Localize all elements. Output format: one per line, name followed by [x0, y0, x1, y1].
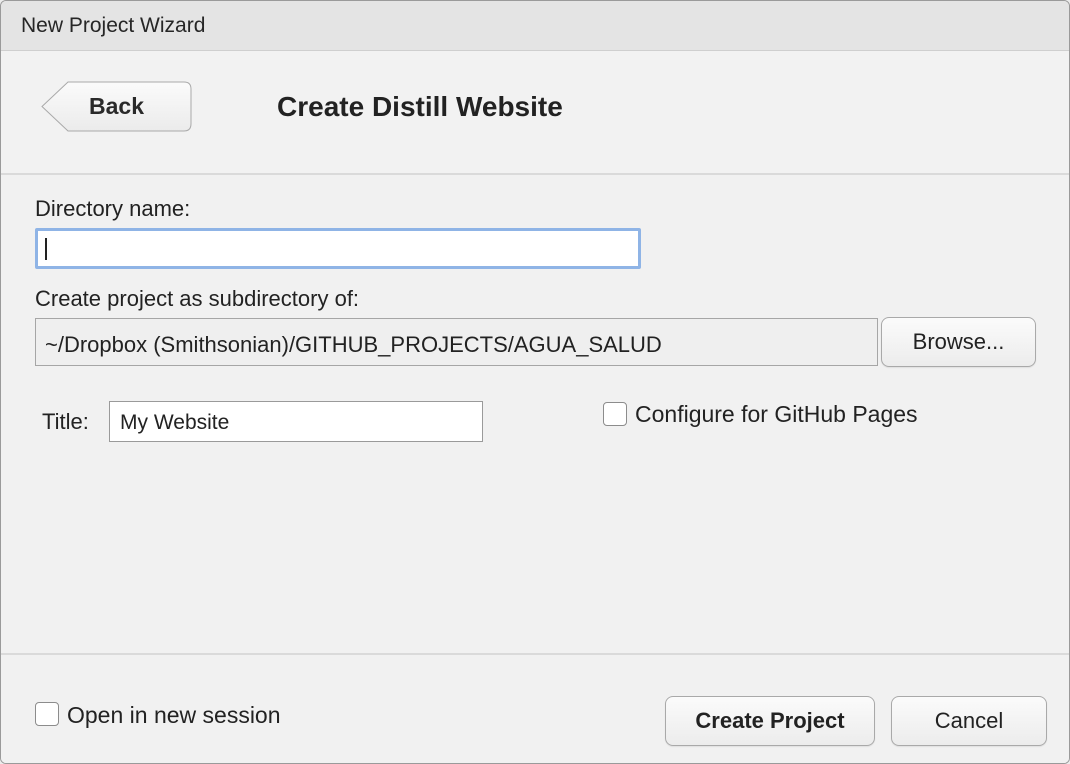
open-in-new-session-label[interactable]: Open in new session [67, 702, 281, 729]
page-title: Create Distill Website [277, 91, 563, 122]
back-button[interactable]: Back [41, 81, 192, 132]
browse-button[interactable]: Browse... [881, 317, 1036, 367]
title-bar[interactable]: New Project Wizard [1, 1, 1069, 51]
cancel-button[interactable]: Cancel [891, 696, 1047, 746]
directory-name-label: Directory name: [35, 196, 191, 221]
title-label: Title: [42, 409, 89, 434]
subdirectory-label: Create project as subdirectory of: [35, 286, 360, 311]
github-pages-checkbox[interactable] [603, 402, 627, 426]
window-title: New Project Wizard [21, 14, 206, 37]
new-project-wizard-window: New Project Wizard Back Create Distill W… [0, 0, 1070, 764]
text-caret [45, 238, 47, 260]
wizard-form: Directory name: Create project as subdir… [1, 175, 1069, 655]
subdirectory-path-field[interactable]: ~/Dropbox (Smithsonian)/GITHUB_PROJECTS/… [35, 318, 878, 366]
wizard-footer: Open in new session Create Project Cance… [1, 655, 1069, 763]
directory-name-input[interactable] [35, 228, 641, 269]
open-in-new-session-checkbox[interactable] [35, 702, 59, 726]
title-input[interactable]: My Website [109, 401, 483, 442]
wizard-header: Back Create Distill Website [1, 51, 1069, 175]
back-button-label: Back [89, 93, 144, 119]
create-project-button[interactable]: Create Project [665, 696, 875, 746]
github-pages-label[interactable]: Configure for GitHub Pages [635, 401, 918, 428]
